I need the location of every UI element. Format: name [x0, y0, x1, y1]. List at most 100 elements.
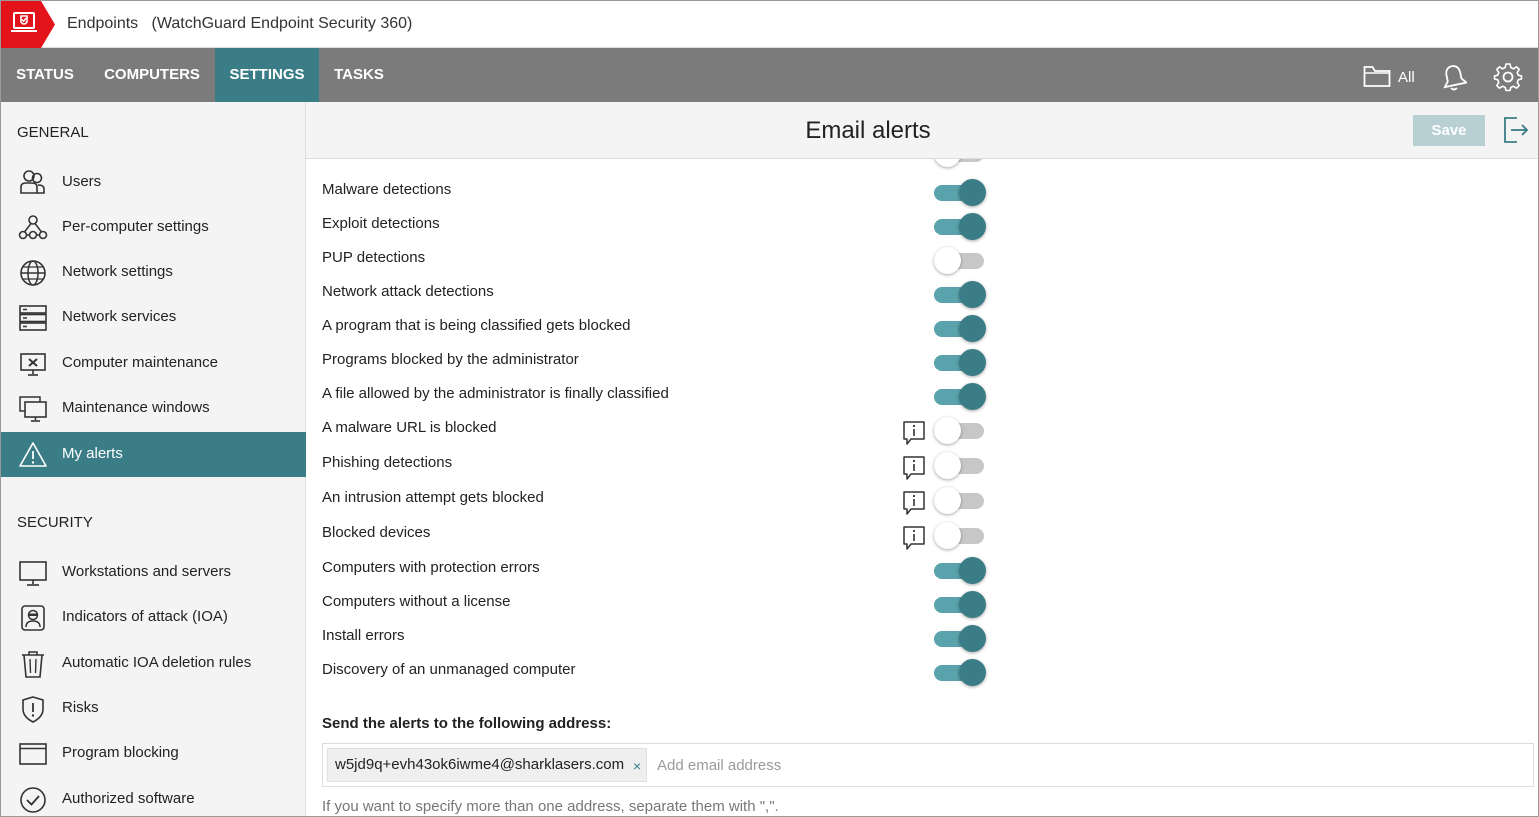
- settings-button[interactable]: [1491, 48, 1525, 102]
- main-nav: STATUS COMPUTERS SETTINGS TASKS All: [1, 48, 1538, 102]
- sidebar-item-label: Computer maintenance: [62, 354, 218, 371]
- alert-label: Exploit detections: [322, 215, 440, 232]
- alert-row: Computers with protection errors: [306, 544, 1006, 584]
- sidebar-item-workstations-and-servers[interactable]: Workstations and servers: [1, 550, 306, 595]
- bell-icon: [1443, 65, 1467, 91]
- alert-label: PUP detections: [322, 249, 426, 266]
- alert-label: Programs blocked by the administrator: [322, 351, 579, 368]
- sidebar-item-label: Program blocking: [62, 744, 179, 761]
- window-icon: [19, 743, 47, 765]
- gear-icon: [1493, 63, 1523, 92]
- monitor-icon: [19, 561, 47, 586]
- sidebar-item-label: Risks: [62, 699, 99, 716]
- remove-email-icon[interactable]: ×: [633, 750, 641, 782]
- sidebar-item-label: Network settings: [62, 263, 173, 280]
- sidebar-item-program-blocking[interactable]: Program blocking: [1, 731, 306, 776]
- tab-status[interactable]: STATUS: [1, 48, 89, 102]
- shield-exclamation-icon: [22, 696, 44, 723]
- warning-icon: [19, 442, 47, 467]
- sidebar-item-label: Authorized software: [62, 790, 195, 807]
- security-heading: SECURITY: [17, 514, 93, 531]
- sidebar-item-my-alerts[interactable]: My alerts: [1, 432, 306, 477]
- alert-label: Network attack detections: [322, 283, 494, 300]
- toggle-knob: [959, 659, 986, 686]
- sidebar-item-risks[interactable]: Risks: [1, 686, 306, 731]
- sidebar-item-computer-maintenance[interactable]: Computer maintenance: [1, 341, 306, 386]
- email-chip-address: w5jd9q+evh43ok6iwme4@sharklasers.com: [335, 756, 625, 773]
- alert-row: Computers without a license: [306, 578, 1006, 618]
- app-window: Endpoints (WatchGuard Endpoint Security …: [0, 0, 1539, 817]
- app-subtitle: (WatchGuard Endpoint Security 360): [151, 15, 413, 32]
- sidebar-item-network-settings[interactable]: Network settings: [1, 250, 306, 295]
- globe-icon: [20, 260, 46, 286]
- alert-label: Discovery of an unmanaged computer: [322, 661, 576, 678]
- send-alerts-label: Send the alerts to the following address…: [322, 715, 612, 732]
- monitor-x-icon: [20, 353, 46, 376]
- page-title: Email alerts: [805, 117, 931, 144]
- save-button[interactable]: Save: [1413, 115, 1485, 146]
- app-title-main: Endpoints: [67, 15, 139, 32]
- alert-label: A malware URL is blocked: [322, 419, 497, 436]
- sidebar-item-label: Maintenance windows: [62, 399, 210, 416]
- filter-all-label[interactable]: All: [1398, 69, 1415, 86]
- sidebar-item-per-computer-settings[interactable]: Per-computer settings: [1, 205, 306, 250]
- sidebar-item-users[interactable]: Users: [1, 160, 306, 205]
- sidebar-item-label: Indicators of attack (IOA): [62, 608, 228, 625]
- alert-label: A file allowed by the administrator is f…: [322, 385, 669, 402]
- email-recipients-field[interactable]: w5jd9q+evh43ok6iwme4@sharklasers.com ×: [322, 743, 1534, 787]
- alert-row: A malware URL is blocked: [306, 404, 1006, 445]
- trash-icon: [22, 651, 44, 678]
- sidebar-item-label: Users: [62, 173, 102, 190]
- alert-row: Install errors: [306, 612, 1006, 652]
- sidebar-item-automatic-ioa-deletion-rules[interactable]: Automatic IOA deletion rules: [1, 641, 306, 686]
- alert-row: An intrusion attempt gets blocked: [306, 474, 1006, 515]
- alert-label: Install errors: [322, 627, 405, 644]
- alert-toggle[interactable]: [934, 658, 988, 686]
- notifications-button[interactable]: [1439, 48, 1469, 102]
- network-nodes-icon: [18, 215, 48, 240]
- title-bar: Endpoints (WatchGuard Endpoint Security …: [1, 1, 1538, 48]
- alert-row: Programs blocked by the administrator: [306, 336, 1006, 376]
- watchguard-logo[interactable]: [1, 1, 55, 48]
- page-header: Email alerts Save: [306, 102, 1538, 159]
- sidebar-item-label: Per-computer settings: [62, 218, 209, 235]
- sidebar-item-label: Automatic IOA deletion rules: [62, 654, 252, 671]
- monitors-icon: [19, 396, 47, 422]
- alert-row: Network attack detections: [306, 268, 1006, 308]
- alert-label: Malware detections: [322, 181, 452, 198]
- tab-tasks[interactable]: TASKS: [319, 48, 399, 102]
- alert-label: Computers with protection errors: [322, 559, 540, 576]
- alert-row: Discovery of an unmanaged computer: [306, 646, 1006, 686]
- tab-settings[interactable]: SETTINGS: [215, 48, 319, 102]
- alert-label: A program that is being classified gets …: [322, 317, 631, 334]
- server-stack-icon: [19, 305, 47, 331]
- folder-icon: [1363, 66, 1391, 87]
- add-email-input[interactable]: [657, 751, 1257, 779]
- alert-label: Computers without a license: [322, 593, 511, 610]
- alert-row: A file allowed by the administrator is f…: [306, 370, 1006, 410]
- alert-row: PUP detections: [306, 234, 1006, 274]
- sidebar-item-maintenance-windows[interactable]: Maintenance windows: [1, 386, 306, 431]
- alert-label: An intrusion attempt gets blocked: [322, 489, 544, 506]
- email-alerts-panel: Malware detections Exploit detections PUP …: [306, 159, 1538, 816]
- users-icon: [20, 170, 45, 194]
- attacker-icon: [21, 605, 45, 631]
- sidebar-item-authorized-software[interactable]: Authorized software: [1, 777, 306, 816]
- alert-row: A program that is being classified gets …: [306, 302, 1006, 342]
- sidebar-item-label: Network services: [62, 308, 177, 325]
- alert-row: Exploit detections: [306, 200, 1006, 240]
- settings-sidebar: GENERAL Users Per-computer settings Netw…: [1, 102, 306, 816]
- general-heading: GENERAL: [17, 124, 89, 141]
- sidebar-item-indicators-of-attack[interactable]: Indicators of attack (IOA): [1, 595, 306, 640]
- app-title: Endpoints (WatchGuard Endpoint Security …: [67, 15, 412, 33]
- sidebar-item-network-services[interactable]: Network services: [1, 295, 306, 340]
- exit-icon[interactable]: [1503, 116, 1529, 144]
- alert-label: Blocked devices: [322, 524, 431, 541]
- email-chip[interactable]: w5jd9q+evh43ok6iwme4@sharklasers.com ×: [327, 748, 648, 782]
- alert-row: Malware detections: [306, 166, 1006, 206]
- tab-computers[interactable]: COMPUTERS: [89, 48, 215, 102]
- alert-label: Phishing detections: [322, 454, 453, 471]
- email-hint: If you want to specify more than one add…: [322, 798, 779, 815]
- alert-row: Blocked devices: [306, 509, 1006, 550]
- check-circle-icon: [20, 787, 46, 813]
